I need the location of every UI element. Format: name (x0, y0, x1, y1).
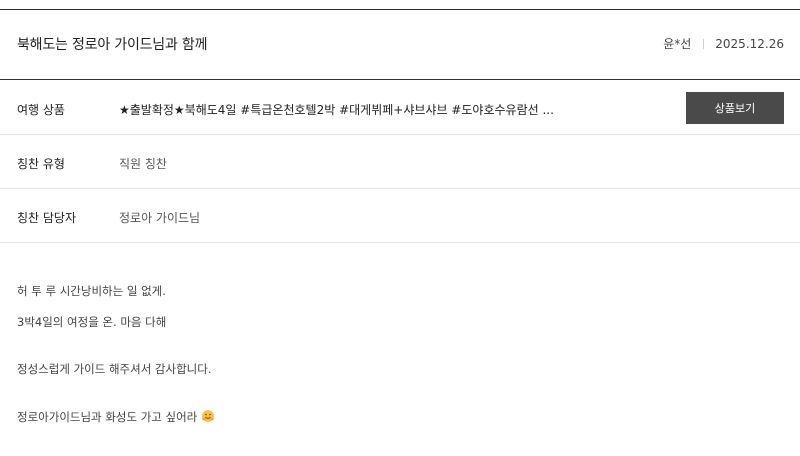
meta-separator (703, 38, 705, 49)
praise-type-label: 칭찬 유형 (17, 157, 65, 171)
content-line: 허 투 루 시간낭비하는 일 없게. (17, 284, 166, 298)
info-row-product: 여행 상품 ★출발확정★북해도4일 #특급온천호텔2박 #대게뷔페+샤브샤브 #… (0, 81, 800, 135)
review-author: 윤*선 (663, 37, 692, 51)
praise-type-value: 직원 칭찬 (119, 157, 167, 171)
content-line: 정성스럽게 가이드 해주셔서 감사합니다. (17, 362, 212, 376)
praise-staff-label: 칭찬 담당자 (17, 211, 77, 225)
review-meta: 윤*선 2025.12.26 (663, 35, 784, 52)
content-line: 정로아가이드님과 화성도 가고 싶어라 (17, 410, 198, 424)
review-header: 북해도는 정로아 가이드님과 함께 윤*선 2025.12.26 (0, 10, 800, 80)
praise-staff-value: 정로아 가이드님 (119, 211, 201, 225)
info-row-staff: 칭찬 담당자 정로아 가이드님 (0, 189, 800, 243)
info-row-type: 칭찬 유형 직원 칭찬 (0, 135, 800, 189)
view-product-button[interactable]: 상품보기 (686, 92, 784, 124)
product-value: ★출발확정★북해도4일 #특급온천호텔2박 #대게뷔페+샤브샤브 #도야호수유람… (119, 103, 554, 117)
product-label: 여행 상품 (17, 103, 65, 117)
content-line: 3박4일의 여정을 온. 마음 다해 (17, 315, 167, 329)
review-content: 허 투 루 시간낭비하는 일 없게. 3박4일의 여정을 온. 마음 다해 정성… (17, 284, 215, 456)
review-detail: 북해도는 정로아 가이드님과 함께 윤*선 2025.12.26 여행 상품 ★… (0, 0, 800, 456)
review-date: 2025.12.26 (715, 36, 784, 51)
review-title: 북해도는 정로아 가이드님과 함께 (17, 37, 208, 53)
content-line-last: 정로아가이드님과 화성도 가고 싶어라 (17, 409, 215, 440)
hugging-face-icon (201, 409, 215, 426)
